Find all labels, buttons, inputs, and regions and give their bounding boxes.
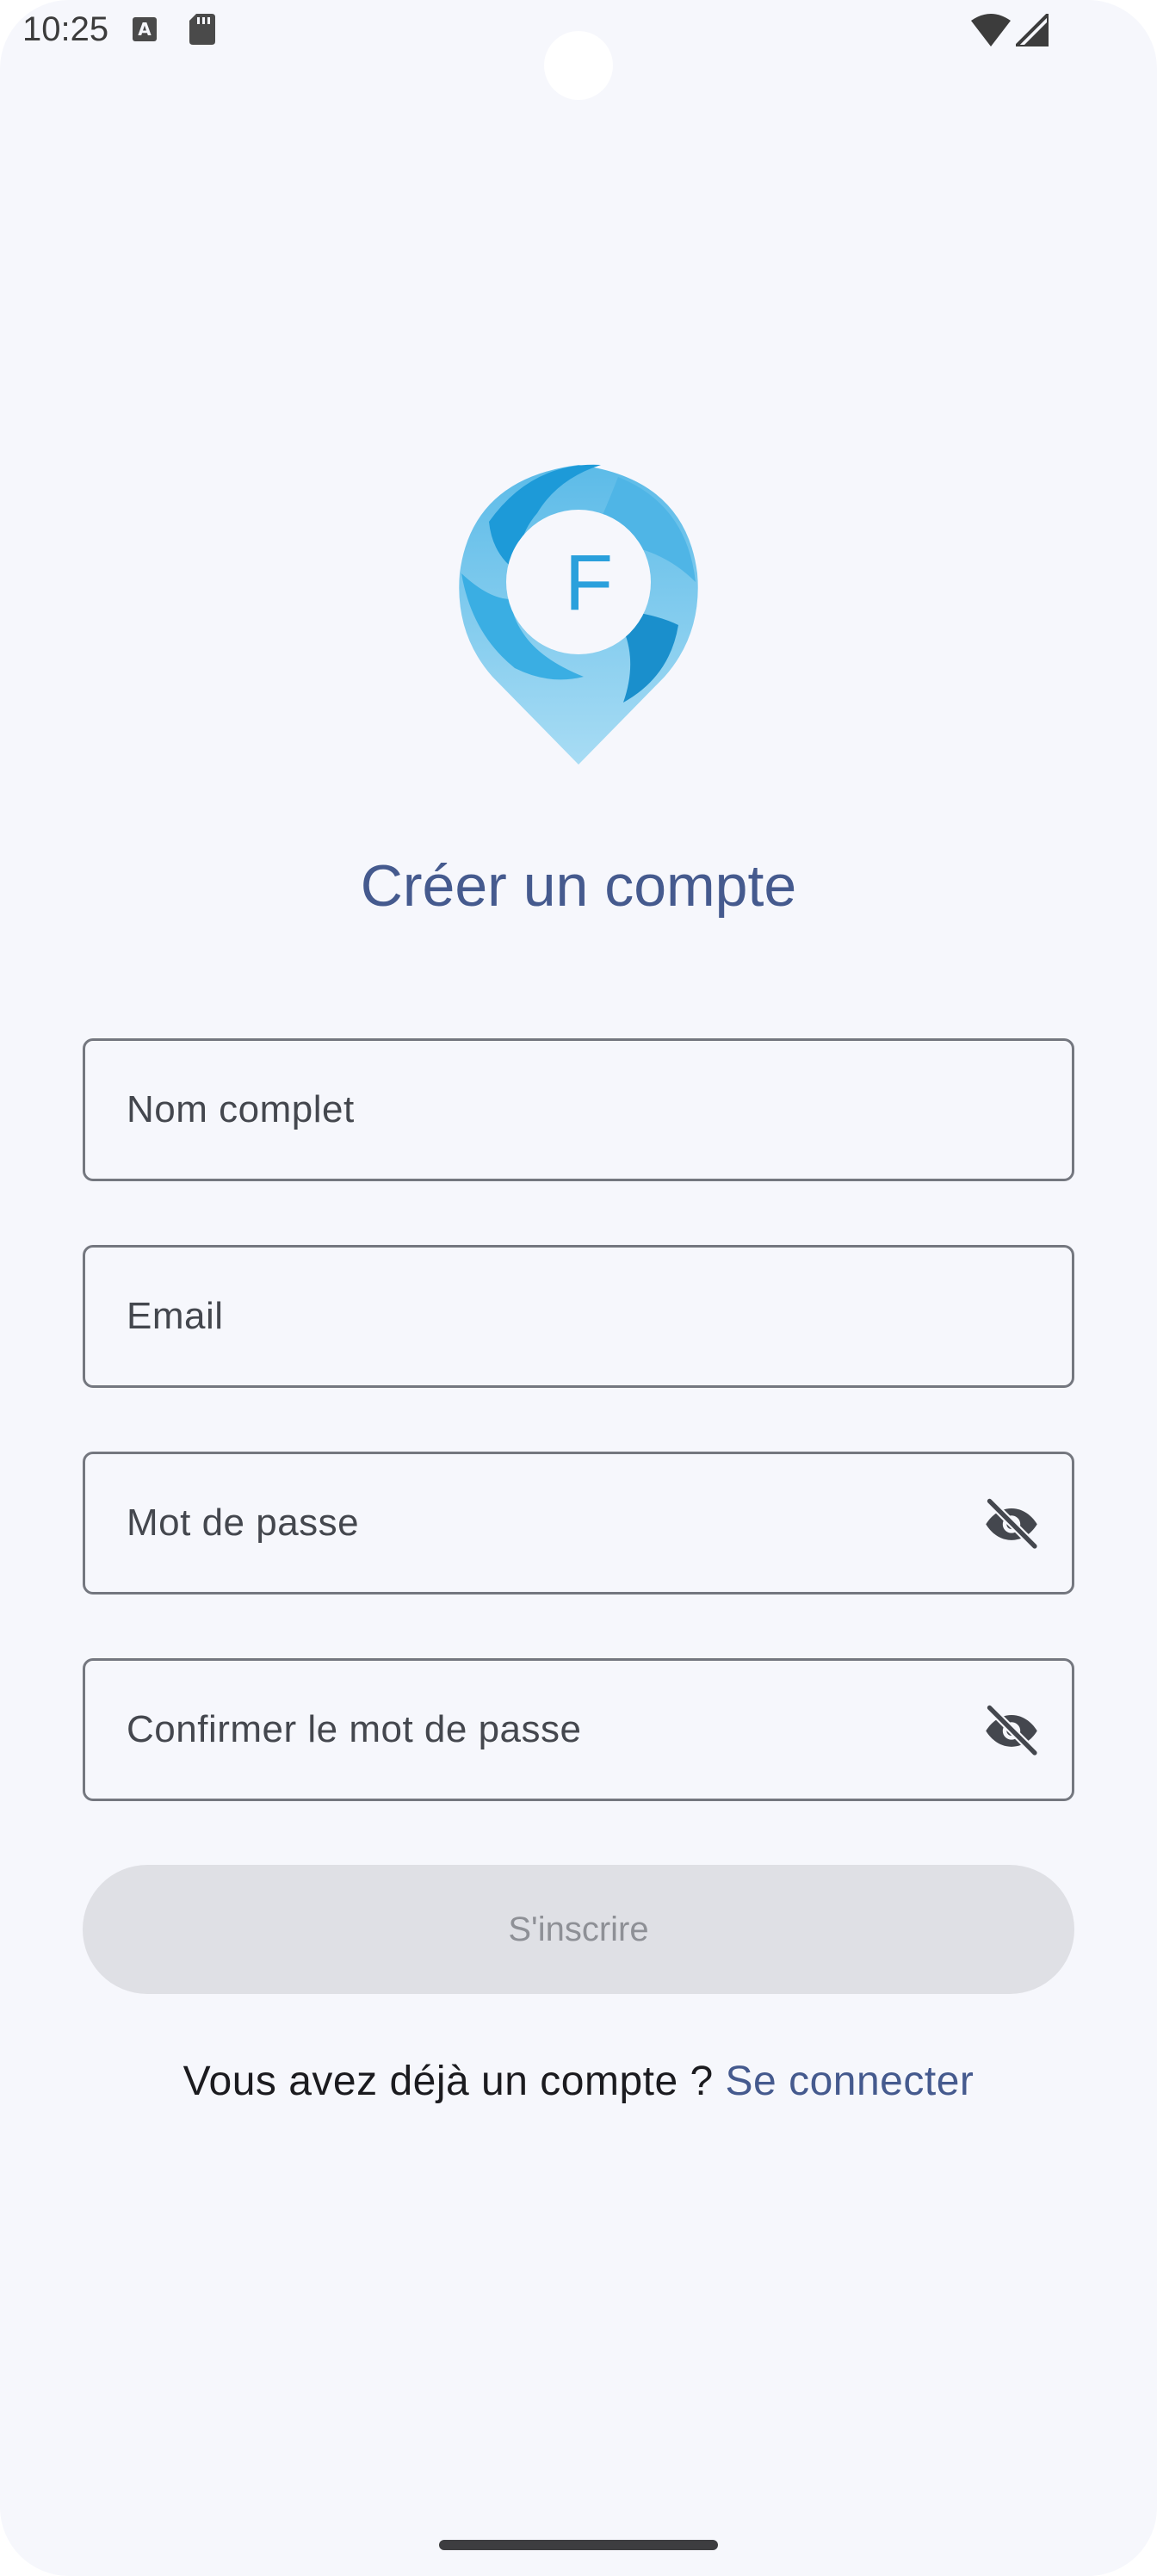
signal-icon bbox=[1016, 14, 1049, 46]
full-name-field[interactable]: Nom complet bbox=[83, 1038, 1074, 1181]
sd-card-icon bbox=[189, 14, 215, 45]
logo-letter: F bbox=[565, 539, 613, 627]
camera-cutout bbox=[544, 31, 613, 100]
signup-button[interactable]: S'inscrire bbox=[83, 1865, 1074, 1994]
login-prompt-row: Vous avez déjà un compte ? Se connecter bbox=[0, 2058, 1157, 2105]
status-time: 10:25 bbox=[22, 10, 109, 48]
password-label: Mot de passe bbox=[127, 1502, 360, 1544]
page-title: Créer un compte bbox=[360, 853, 797, 919]
confirm-password-label: Confirmer le mot de passe bbox=[127, 1708, 582, 1750]
login-question: Vous avez déjà un compte ? bbox=[183, 2059, 726, 2104]
login-link[interactable]: Se connecter bbox=[726, 2059, 974, 2104]
eye-off-icon[interactable] bbox=[982, 1700, 1041, 1759]
home-indicator[interactable] bbox=[439, 2540, 718, 2550]
password-field[interactable]: Mot de passe bbox=[83, 1452, 1074, 1595]
eye-off-icon[interactable] bbox=[982, 1494, 1041, 1552]
email-label: Email bbox=[127, 1295, 224, 1337]
confirm-password-field[interactable]: Confirmer le mot de passe bbox=[83, 1658, 1074, 1801]
app-logo: F bbox=[459, 464, 698, 765]
wifi-icon bbox=[971, 14, 1011, 46]
signup-screen: 10:25 A F Créer un compte Nom complet Em… bbox=[0, 0, 1157, 2576]
full-name-label: Nom complet bbox=[127, 1088, 355, 1130]
keyboard-a-icon: A bbox=[133, 17, 157, 41]
email-field[interactable]: Email bbox=[83, 1245, 1074, 1388]
